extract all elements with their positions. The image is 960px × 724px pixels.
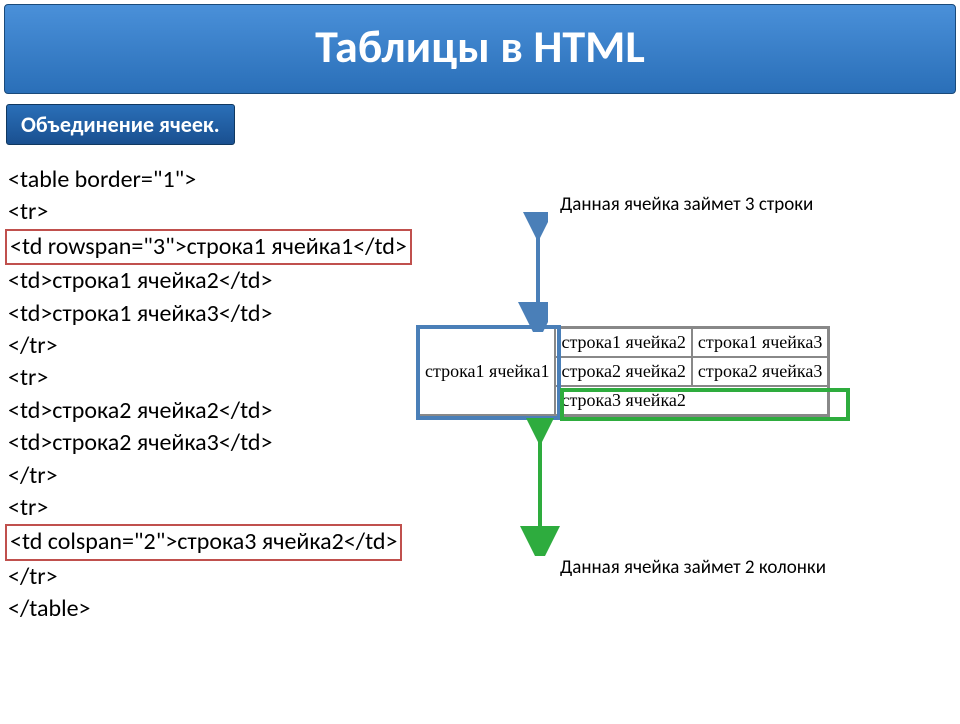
highlight-colspan: <td colspan="2">строка3 ячейка2</td> [5,524,402,560]
code-line-colspan: <td colspan="2">строка3 ячейка2</td> [8,524,412,560]
cell: строка2 ячейка3 [692,357,828,386]
slide-subtitle: Объединение ячеек. [6,104,235,145]
highlight-rowspan: <td rowspan="3">строка1 ячейка1</td> [5,229,412,265]
cell: строка1 ячейка2 [555,328,691,357]
arrow-colspan-icon [520,418,560,556]
code-line: </tr> [8,460,412,492]
code-line: <tr> [8,196,412,228]
cell-rowspan: строка1 ячейка1 [419,328,555,415]
cell-colspan: строка3 ячейка2 [555,386,828,415]
annotation-rowspan: Данная ячейка займет 3 строки [560,193,860,218]
slide-title: Таблицы в HTML [4,4,956,94]
code-line: <tr> [8,492,412,524]
cell: строка1 ячейка3 [692,328,828,357]
arrow-rowspan-icon [470,212,548,332]
code-line-rowspan: <td rowspan="3">строка1 ячейка1</td> [8,229,412,265]
code-line: <td>строка2 ячейка2</td> [8,395,412,427]
code-line: <tr> [8,362,412,394]
table-row: строка1 ячейка1 строка1 ячейка2 строка1 … [419,328,828,357]
code-line: <td>строка1 ячейка3</td> [8,298,412,330]
code-line: <td>строка2 ячейка3</td> [8,427,412,459]
code-line: <table border="1"> [8,164,412,196]
code-line: </tr> [8,561,412,593]
code-example: <table border="1"> <tr> <td rowspan="3">… [8,164,412,625]
code-line: </table> [8,593,412,625]
code-line: </tr> [8,330,412,362]
code-line: <td>строка1 ячейка2</td> [8,265,412,297]
cell: строка2 ячейка2 [555,357,691,386]
example-render-table: строка1 ячейка1 строка1 ячейка2 строка1 … [417,326,830,417]
annotation-colspan: Данная ячейка займет 2 колонки [560,556,860,581]
